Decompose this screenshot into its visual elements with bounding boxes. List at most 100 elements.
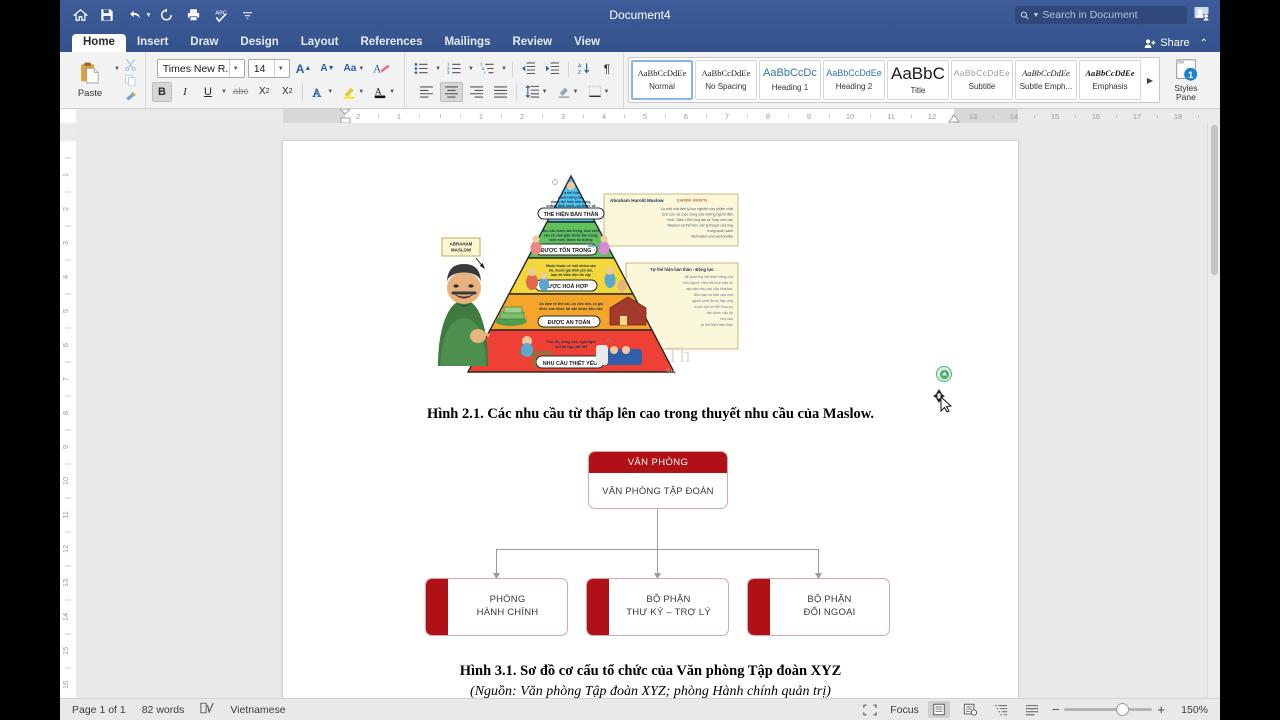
page-indicator[interactable]: Page 1 of 1 [72,704,126,716]
redo-icon[interactable] [155,4,179,26]
decrease-indent-button[interactable] [518,59,539,79]
word-count[interactable]: 82 words [142,704,185,716]
tab-review[interactable]: Review [501,34,563,53]
borders-button[interactable]: ▼ [585,82,613,102]
outline-icon[interactable] [990,701,1012,718]
tab-mailings[interactable]: Mailings [433,34,501,53]
web-layout-icon[interactable] [959,701,981,718]
vertical-ruler[interactable]: 1 2 3 4 5 6 7 8 9 10 11 12 13 14 15 16 1 [60,123,76,719]
print-icon[interactable] [182,4,206,26]
numbered-list-button[interactable]: 123 [444,59,465,79]
change-case-button[interactable]: Aa ▼ [341,59,368,79]
tab-layout[interactable]: Layout [290,34,350,53]
styles-more-button[interactable]: ▶ [1143,60,1157,100]
account-icon[interactable] [1193,5,1210,26]
chevron-down-icon[interactable]: ▼ [273,60,287,77]
print-layout-icon[interactable] [927,701,950,718]
chevron-down-icon[interactable]: ▼ [228,60,242,77]
home-icon[interactable] [68,4,92,26]
highlight-button[interactable]: ▼ [339,82,367,102]
increase-indent-button[interactable] [542,59,563,79]
customize-toolbar-icon[interactable] [236,4,260,26]
text-effects-button[interactable]: A ▼ [308,82,336,102]
vertical-scrollbar-thumb[interactable] [1211,125,1218,275]
sort-button[interactable]: AZ [574,59,594,79]
undo-dropdown-icon[interactable]: ▼ [145,12,152,19]
paste-dropdown-icon[interactable]: ▼ [114,66,120,72]
styles-pane-button[interactable]: 1 Styles Pane [1160,58,1208,102]
bullet-list-button[interactable] [411,59,432,79]
search-dropdown-icon[interactable]: ▼ [1032,12,1039,19]
copy-icon[interactable] [122,73,140,88]
proofing-icon[interactable] [200,702,214,717]
zoom-out-button[interactable]: − [1052,702,1060,717]
clear-formatting-button[interactable]: A [370,59,393,79]
style-heading-1[interactable]: AaBbCcDc Heading 1 [758,60,821,100]
justify-button[interactable] [490,82,511,102]
search-input[interactable] [1042,9,1182,21]
shrink-font-button[interactable]: A ▼ [317,59,337,79]
numbering-dropdown-icon[interactable]: ▼ [468,66,474,72]
focus-label[interactable]: Focus [890,704,919,716]
bullets-dropdown-icon[interactable]: ▼ [435,66,441,72]
undo-icon[interactable] [122,4,146,26]
strikethrough-button[interactable]: abc [230,82,251,102]
bold-button[interactable]: B [151,81,172,102]
zoom-thumb[interactable] [1116,703,1130,716]
align-center-button[interactable] [439,81,463,102]
document-canvas[interactable]: THỂ HIỆN BẢN THÂN ĐƯỢC TÔN TRỌNG ĐƯỢC HO… [76,123,1220,719]
tab-draw[interactable]: Draw [179,34,229,53]
collapse-ribbon-icon[interactable]: ⌃ [1200,38,1208,49]
maslow-pyramid-image[interactable]: THỂ HIỆN BẢN THÂN ĐƯỢC TÔN TRỌNG ĐƯỢC HO… [428,166,748,394]
style-subtitle[interactable]: AaBbCcDdEe Subtitle [950,60,1013,100]
org-chart[interactable]: VĂN PHÒNG VĂN PHÒNG TẬP ĐOÀN PHÒNG HÀNH … [413,451,913,656]
subscript-button[interactable]: X2 [254,82,274,102]
draft-icon[interactable] [1021,701,1043,718]
tab-references[interactable]: References [349,34,433,53]
line-spacing-button[interactable]: ▼ [522,82,551,102]
style-title[interactable]: AaBbC Title [886,60,949,100]
font-name-combo[interactable]: Times New R... ▼ [156,59,245,78]
show-marks-button[interactable]: ¶ [597,59,617,79]
font-color-button[interactable]: A ▼ [370,82,398,102]
shading-button[interactable]: ▼ [554,82,582,102]
font-size-combo[interactable]: 14 ▼ [247,59,290,78]
style-emphasis[interactable]: AaBbCcDdEe Emphasis [1078,60,1141,100]
underline-dropdown-icon[interactable]: ▼ [221,89,227,95]
style-no-spacing[interactable]: AaBbCcDdEe No Spacing [694,60,757,100]
style-heading-2[interactable]: AaBbCcDdEe Heading 2 [822,60,885,100]
tab-home[interactable]: Home [72,33,126,52]
zoom-track[interactable] [1064,703,1153,716]
zoom-in-button[interactable]: + [1157,702,1165,717]
multilevel-list-button[interactable]: 1ai [477,59,498,79]
align-left-button[interactable] [416,82,437,102]
save-icon[interactable] [95,4,119,26]
org-node-child-2[interactable]: BỘ PHẬN THƯ KÝ – TRỢ LÝ [586,578,729,636]
org-node-child-3[interactable]: BỘ PHẬN ĐỐI NGOẠI [747,578,890,636]
paste-button[interactable]: Paste [68,61,112,99]
language-indicator[interactable]: Vietnamese [230,704,285,716]
style-normal[interactable]: AaBbCcDdEe Normal [630,60,693,100]
focus-icon[interactable] [859,701,881,718]
rotate-handle-icon[interactable] [936,366,952,382]
zoom-slider[interactable]: − + [1052,702,1165,717]
grow-font-button[interactable]: A ▲ [293,59,315,79]
document-page[interactable]: THỂ HIỆN BẢN THÂN ĐƯỢC TÔN TRỌNG ĐƯỢC HO… [283,141,1018,719]
format-painter-icon[interactable] [122,89,140,104]
italic-button[interactable]: I [175,82,195,102]
tab-view[interactable]: View [563,34,611,53]
tab-insert[interactable]: Insert [126,34,179,53]
cut-icon[interactable] [122,57,140,72]
spelling-icon[interactable]: ABC [209,4,233,26]
align-right-button[interactable] [466,82,487,102]
org-node-root[interactable]: VĂN PHÒNG VĂN PHÒNG TẬP ĐOÀN [588,451,728,509]
style-subtle-emphasis[interactable]: AaBbCcDdEe Subtle Emph... [1014,60,1077,100]
superscript-button[interactable]: X2 [277,82,297,102]
search-box[interactable]: ▼ [1015,6,1187,24]
zoom-level[interactable]: 150% [1174,704,1208,716]
share-button[interactable]: Share [1144,37,1190,49]
underline-button[interactable]: U [198,82,218,102]
tab-design[interactable]: Design [229,34,289,53]
multilevel-dropdown-icon[interactable]: ▼ [501,66,507,72]
org-node-child-1[interactable]: PHÒNG HÀNH CHÍNH [425,578,568,636]
